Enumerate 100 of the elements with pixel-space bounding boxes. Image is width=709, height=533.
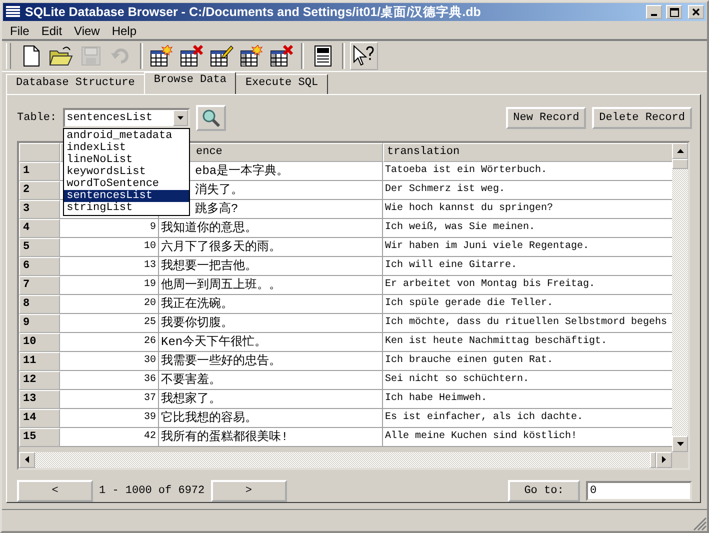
dropdown-option[interactable]: android_metadata <box>64 130 189 142</box>
table-cell: Er arbeitet von Montag bis Freitag. <box>383 276 672 295</box>
menu-item[interactable]: Edit <box>35 24 68 38</box>
row-header[interactable]: 1 <box>19 162 60 181</box>
table-cell: Ich will eine Gitarre. <box>383 256 672 276</box>
vertical-scrollbar[interactable] <box>672 142 688 452</box>
table-cell: Ich habe Heimweh. <box>383 390 672 409</box>
window-title: SQLite Database Browser - C:/Documents and Settings/it01/桌面/汉德字典.db <box>25 4 482 21</box>
tab[interactable]: Browse Data <box>144 72 236 94</box>
row-header[interactable]: 9 <box>19 314 60 333</box>
table-cell: Wir haben im Juni viele Regentage. <box>383 238 672 257</box>
menu-item[interactable]: File <box>4 24 36 38</box>
table-cell: Es ist einfacher, als ich dachte. <box>383 408 672 428</box>
menu-item[interactable]: Help <box>106 24 143 38</box>
table-cell: 19 <box>60 276 159 295</box>
table-label: Table: <box>17 112 57 124</box>
minimize-button[interactable] <box>646 5 662 20</box>
row-header[interactable]: 4 <box>19 218 60 238</box>
table-dropdown[interactable]: sentencesList <box>62 108 190 128</box>
table-cell: Sei nicht so schüchtern. <box>383 370 672 390</box>
next-page-button[interactable]: > <box>210 480 287 502</box>
previous-page-button[interactable]: < <box>17 480 93 502</box>
table-cell: 他周一到周五上班。。 <box>159 276 383 295</box>
row-header[interactable]: 6 <box>19 256 60 276</box>
close-button[interactable] <box>688 5 704 20</box>
table-cell: 13 <box>60 256 159 276</box>
table-cell: 六月下了很多天的雨。 <box>159 238 383 257</box>
table-cell: 25 <box>60 314 159 333</box>
left-arrow-icon <box>25 456 29 464</box>
row-header[interactable]: 5 <box>19 238 60 257</box>
maximize-icon <box>670 8 678 17</box>
down-arrow-icon <box>676 442 684 446</box>
toolbar-button[interactable] <box>350 42 378 70</box>
corner-header <box>19 142 60 162</box>
table-cell: 36 <box>60 370 159 390</box>
scroll-thumb[interactable] <box>650 452 656 468</box>
new-file-icon <box>21 44 41 67</box>
table-cell: 我要你切腹。 <box>159 314 383 333</box>
table-cell: Alle meine Kuchen sind köstlich! <box>383 428 672 447</box>
menu-item[interactable]: View <box>68 24 106 38</box>
row-header[interactable]: 12 <box>19 370 60 390</box>
close-icon <box>692 8 700 16</box>
table-cell: Ken今天下午很忙。 <box>159 332 383 352</box>
index-cross-icon <box>270 44 294 67</box>
table-cell: Ich brauche einen guten Rat. <box>383 352 672 371</box>
row-header[interactable]: 10 <box>19 332 60 352</box>
table-cell: 我正在洗碗。 <box>159 294 383 314</box>
horizontal-scrollbar[interactable] <box>19 452 672 468</box>
folder-icon <box>49 44 73 67</box>
go-to-field[interactable]: 0 <box>586 480 692 501</box>
resize-grip-icon <box>693 517 707 531</box>
row-header[interactable]: 7 <box>19 276 60 295</box>
database-icon <box>5 5 21 20</box>
index-new-star-icon <box>240 44 264 67</box>
table-cell: Tatoeba ist ein Wörterbuch. <box>383 162 672 181</box>
scroll-down-button[interactable] <box>672 436 688 452</box>
table-cell: 9 <box>60 218 159 238</box>
column-header[interactable]: translation <box>383 142 672 162</box>
scroll-right-button[interactable] <box>656 452 672 468</box>
log-icon <box>314 44 332 67</box>
record-button[interactable]: New Record <box>506 106 586 129</box>
row-header[interactable]: 14 <box>19 408 60 428</box>
table-cell: 我想要一把吉他。 <box>159 256 383 276</box>
table-cell: 它比我想的容易。 <box>159 408 383 428</box>
table-cell: 我想家了。 <box>159 390 383 409</box>
table-cell: Ich spüle gerade die Teller. <box>383 294 672 314</box>
table-cell: 10 <box>60 238 159 257</box>
whats-this-pointer-icon <box>353 44 375 67</box>
table-cell: 37 <box>60 390 159 409</box>
row-header[interactable]: 13 <box>19 390 60 409</box>
row-header[interactable]: 3 <box>19 200 60 219</box>
row-header[interactable]: 8 <box>19 294 60 314</box>
scroll-thumb[interactable] <box>672 158 688 169</box>
dropdown-option[interactable]: sentencesList <box>64 190 189 202</box>
undo-icon <box>111 46 131 65</box>
table-cell: 30 <box>60 352 159 371</box>
row-header[interactable]: 11 <box>19 352 60 371</box>
scroll-left-button[interactable] <box>19 452 35 468</box>
table-cell: 不要害羞。 <box>159 370 383 390</box>
tab[interactable]: Database Structure <box>6 74 145 94</box>
table-new-star-icon <box>150 44 174 67</box>
table-cell: Der Schmerz ist weg. <box>383 180 672 200</box>
go-to-button[interactable]: Go to: <box>508 480 580 502</box>
tab[interactable]: Execute SQL <box>235 74 328 94</box>
right-arrow-icon <box>662 456 666 464</box>
row-header[interactable]: 2 <box>19 180 60 200</box>
table-cell: 我知道你的意思。 <box>159 218 383 238</box>
row-header[interactable]: 15 <box>19 428 60 447</box>
table-cell: 我所有的蛋糕都很美味! <box>159 428 383 447</box>
table-pencil-icon <box>210 44 234 67</box>
maximize-button[interactable] <box>666 5 682 20</box>
table-cell: Ich möchte, dass du rituellen Selbstmord begehs <box>383 314 672 333</box>
scroll-up-button[interactable] <box>672 142 688 159</box>
record-button[interactable]: Delete Record <box>592 106 692 129</box>
table-cell: 20 <box>60 294 159 314</box>
search-button[interactable] <box>196 104 226 131</box>
magnifier-icon <box>200 108 221 128</box>
table-cell: 42 <box>60 428 159 447</box>
table-cell: 39 <box>60 408 159 428</box>
table-cell: 26 <box>60 332 159 352</box>
